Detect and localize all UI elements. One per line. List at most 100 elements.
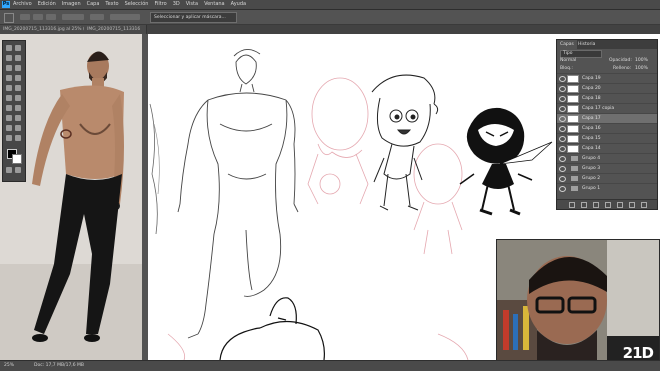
layer-group-grupo-2[interactable]: Grupo 2: [557, 173, 657, 183]
visibility-eye-icon[interactable]: [559, 106, 566, 112]
menu-filtro[interactable]: Filtro: [154, 0, 166, 9]
visibility-eye-icon[interactable]: [559, 76, 566, 82]
opacity-value[interactable]: 100%: [635, 57, 648, 65]
visibility-eye-icon[interactable]: [559, 146, 566, 152]
layer-row-capa-14[interactable]: Capa 14: [557, 143, 657, 153]
pen-tool-icon[interactable]: [6, 115, 12, 121]
layer-list: Capa 19 Capa 20 Capa 18 Capa 17 copia Ca…: [557, 73, 657, 193]
tab-drawing-document[interactable]: IMG_20200715_113316: [84, 25, 147, 34]
layer-name: Capa 17 copia: [582, 106, 615, 111]
gradient-tool-icon[interactable]: [15, 95, 21, 101]
delete-layer-icon[interactable]: [641, 201, 647, 208]
eyedropper-tool-icon[interactable]: [15, 65, 21, 71]
fill-label: Relleno:: [613, 66, 632, 71]
layer-thumbnail: [567, 105, 579, 113]
visibility-eye-icon[interactable]: [559, 186, 566, 192]
lasso-tool-icon[interactable]: [6, 55, 12, 61]
style-select[interactable]: [110, 14, 140, 20]
layer-name: Capa 17: [582, 116, 601, 121]
photoshop-logo-icon: Ps: [2, 1, 10, 8]
hand-tool-icon[interactable]: [6, 135, 12, 141]
feather-field[interactable]: [62, 14, 84, 20]
menu-ventana[interactable]: Ventana: [204, 0, 225, 9]
healing-brush-tool-icon[interactable]: [6, 75, 12, 81]
marquee-tool-icon[interactable]: [15, 45, 21, 51]
tools-panel: [2, 40, 26, 182]
visibility-eye-icon[interactable]: [559, 136, 566, 142]
layer-row-capa-15[interactable]: Capa 15: [557, 133, 657, 143]
layer-name: Capa 19: [582, 76, 601, 81]
layer-style-icon[interactable]: [581, 201, 587, 208]
crop-tool-icon[interactable]: [6, 65, 12, 71]
layers-panel: Capas Historia Tipo Normal Opacidad: 100…: [556, 39, 658, 210]
visibility-eye-icon[interactable]: [559, 96, 566, 102]
brush-tool-icon[interactable]: [15, 75, 21, 81]
layer-thumbnail: [567, 125, 579, 133]
blend-mode-select[interactable]: Normal: [560, 58, 576, 63]
zoom-tool-icon[interactable]: [15, 135, 21, 141]
visibility-eye-icon[interactable]: [559, 176, 566, 182]
tab-historia[interactable]: Historia: [575, 40, 598, 49]
selection-mode-add[interactable]: [33, 14, 43, 20]
layer-group-grupo-3[interactable]: Grupo 3: [557, 163, 657, 173]
layer-row-capa-19[interactable]: Capa 19: [557, 73, 657, 83]
menu-edicion[interactable]: Edición: [38, 0, 56, 9]
layer-row-capa-20[interactable]: Capa 20: [557, 83, 657, 93]
link-layers-icon[interactable]: [569, 201, 575, 208]
group-name: Grupo 3: [582, 166, 601, 171]
layer-name: Capa 14: [582, 146, 601, 151]
clone-stamp-tool-icon[interactable]: [6, 85, 12, 91]
menu-archivo[interactable]: Archivo: [13, 0, 32, 9]
quick-mask-icon[interactable]: [6, 167, 12, 173]
menu-vista[interactable]: Vista: [186, 0, 198, 9]
eraser-tool-icon[interactable]: [6, 95, 12, 101]
layer-name: Capa 18: [582, 96, 601, 101]
selection-mode-new[interactable]: [20, 14, 30, 20]
new-group-icon[interactable]: [617, 201, 623, 208]
layer-row-capa-17[interactable]: Capa 17: [557, 113, 657, 123]
visibility-eye-icon[interactable]: [559, 126, 566, 132]
visibility-eye-icon[interactable]: [559, 116, 566, 122]
menu-3d[interactable]: 3D: [173, 0, 180, 9]
shape-tool-icon[interactable]: [15, 125, 21, 131]
group-name: Grupo 4: [582, 156, 601, 161]
tab-photo-document[interactable]: IMG_20200715_113316.jpg al 25% (RGB/8): [0, 25, 87, 34]
selection-mode-subtract[interactable]: [46, 14, 56, 20]
layer-thumbnail: [567, 85, 579, 93]
adjustment-layer-icon[interactable]: [605, 201, 611, 208]
layer-row-capa-16[interactable]: Capa 16: [557, 123, 657, 133]
menu-ayuda[interactable]: Ayuda: [231, 0, 246, 9]
path-selection-tool-icon[interactable]: [6, 125, 12, 131]
antialias-checkbox[interactable]: [90, 14, 104, 20]
magic-wand-tool-icon[interactable]: [15, 55, 21, 61]
background-color-swatch[interactable]: [12, 154, 22, 164]
blur-tool-icon[interactable]: [6, 105, 12, 111]
visibility-eye-icon[interactable]: [559, 156, 566, 162]
document-tabs: IMG_20200715_113316.jpg al 25% (RGB/8) I…: [0, 25, 660, 34]
layer-group-grupo-1[interactable]: Grupo 1: [557, 183, 657, 193]
layer-thumbnail: [567, 75, 579, 83]
lasso-tool-icon[interactable]: [4, 13, 14, 23]
layer-row-capa-18[interactable]: Capa 18: [557, 93, 657, 103]
menu-seleccion[interactable]: Selección: [125, 0, 149, 9]
move-tool-icon[interactable]: [6, 45, 12, 51]
tab-capas[interactable]: Capas: [557, 40, 577, 49]
layer-row-capa-17-copia[interactable]: Capa 17 copia: [557, 103, 657, 113]
visibility-eye-icon[interactable]: [559, 86, 566, 92]
type-tool-icon[interactable]: [15, 115, 21, 121]
history-brush-tool-icon[interactable]: [15, 85, 21, 91]
lock-label: Bloq.:: [560, 66, 573, 71]
layer-group-grupo-4[interactable]: Grupo 4: [557, 153, 657, 163]
add-mask-icon[interactable]: [593, 201, 599, 208]
select-and-mask-button[interactable]: Seleccionar y aplicar máscara...: [150, 12, 237, 23]
screen-mode-icon[interactable]: [15, 167, 21, 173]
menu-capa[interactable]: Capa: [87, 0, 100, 9]
lock-fill-row: Bloq.: Relleno: 100%: [557, 65, 657, 73]
layer-thumbnail: [567, 115, 579, 123]
fill-value[interactable]: 100%: [635, 65, 648, 73]
visibility-eye-icon[interactable]: [559, 166, 566, 172]
menu-texto[interactable]: Texto: [105, 0, 118, 9]
menu-imagen[interactable]: Imagen: [62, 0, 81, 9]
dodge-tool-icon[interactable]: [15, 105, 21, 111]
new-layer-icon[interactable]: [629, 201, 635, 208]
